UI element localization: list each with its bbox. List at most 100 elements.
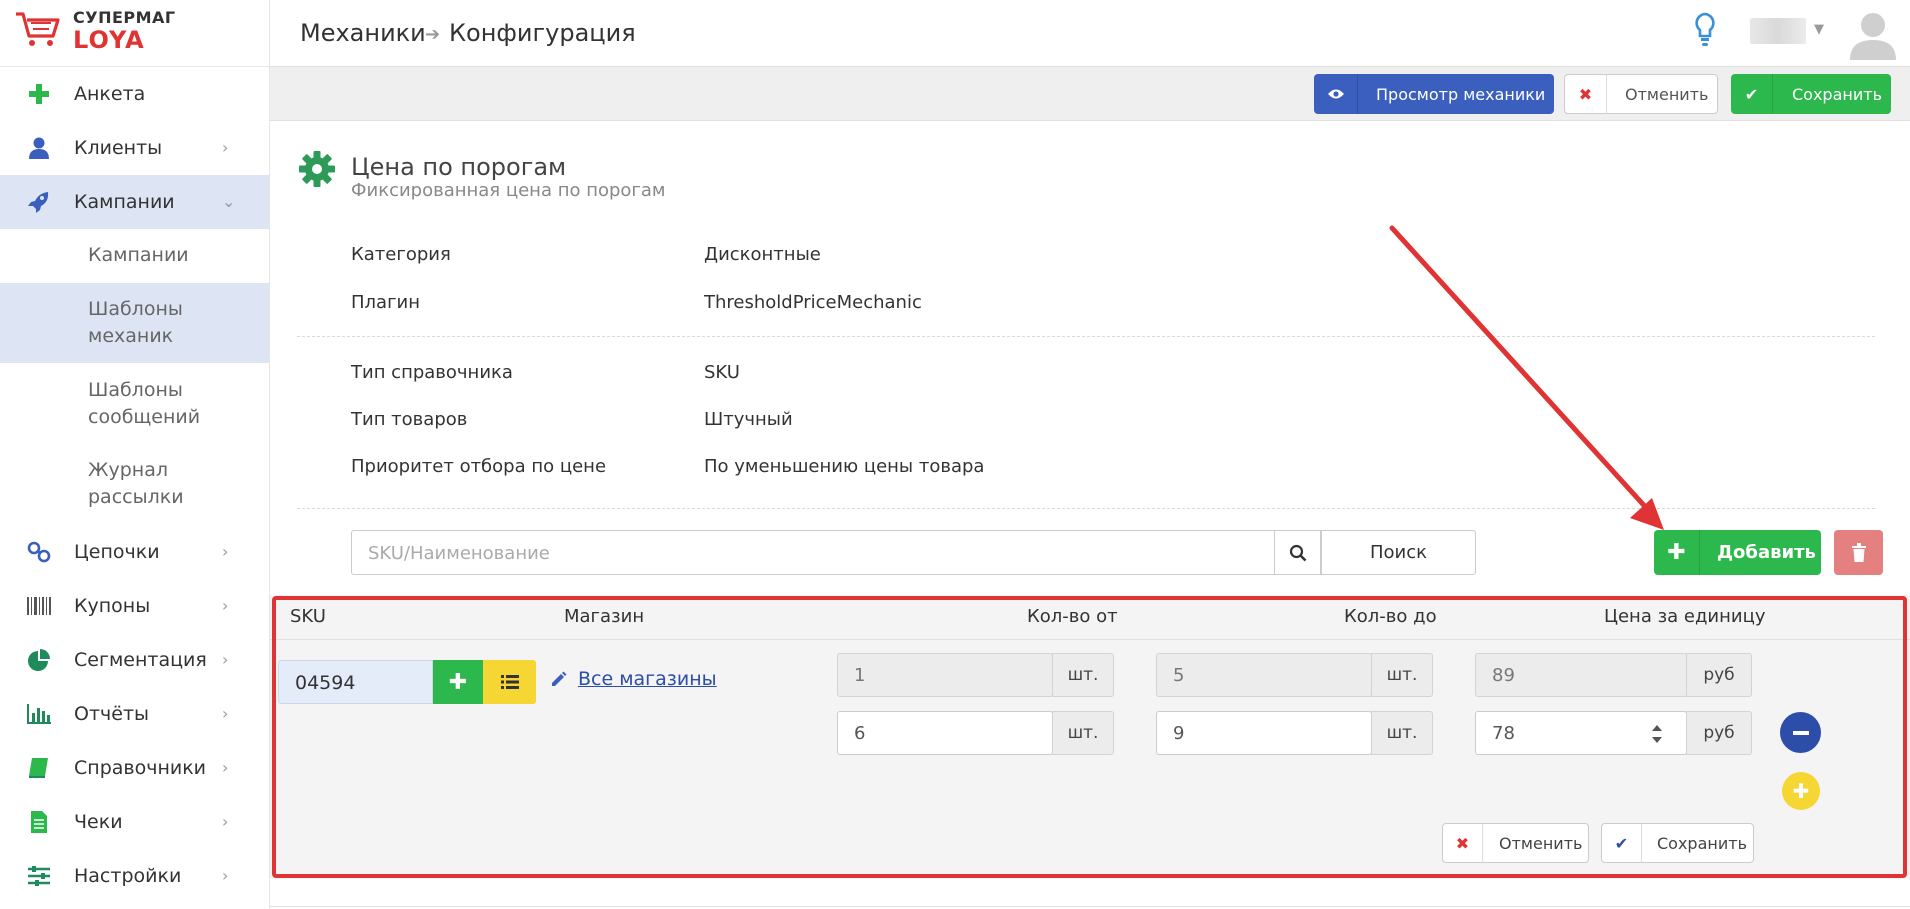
breadcrumb-mechanics[interactable]: Механики [300, 19, 426, 47]
all-stores-link[interactable]: Все магазины [578, 668, 717, 690]
sidebar-item-clients[interactable]: Клиенты › [0, 121, 270, 175]
add-row-button[interactable]: ✚ [1782, 772, 1820, 810]
sidebar-item-coupons[interactable]: Купоны › [0, 579, 270, 633]
pie-chart-icon [28, 649, 50, 671]
caret-down-icon[interactable]: ▼ [1814, 22, 1824, 37]
search-icon[interactable] [1275, 530, 1321, 575]
barcode-icon [27, 597, 51, 615]
trash-icon [1851, 542, 1866, 562]
column-header-store: Магазин [564, 606, 645, 627]
row2-price[interactable]: 78 [1475, 711, 1687, 755]
toolbar-save-button[interactable]: ✔ Сохранить [1731, 74, 1891, 114]
sidebar-subitem-label: Шаблоны сообщений [88, 379, 201, 428]
pencil-icon[interactable] [549, 670, 567, 688]
bottom-divider [270, 906, 1910, 907]
sidebar-item-chains[interactable]: Цепочки › [0, 525, 270, 579]
sidebar-item-label: Отчёты [74, 703, 150, 725]
toolbar-cancel-button[interactable]: ✖ Отменить [1564, 74, 1718, 114]
chevron-right-icon: › [222, 812, 229, 831]
row2-price-unit: руб [1686, 711, 1752, 755]
add-button-label: Добавить [1717, 542, 1816, 563]
toolbar-save-label: Сохранить [1792, 84, 1882, 104]
view-mechanic-label: Просмотр механики [1376, 84, 1546, 104]
row2-qty-to-unit: шт. [1371, 711, 1433, 755]
sidebar-item-reports[interactable]: Отчёты › [0, 687, 270, 741]
sidebar: СУПЕРМАГ LOYA Анкета Клиенты › Кампании … [0, 0, 270, 909]
row1-price-value: 89 [1492, 665, 1515, 686]
column-header-qty-to: Кол-во до [1344, 606, 1437, 627]
sidebar-item-settings[interactable]: Настройки › [0, 849, 270, 903]
mechanic-title: Цена по порогам [351, 153, 567, 181]
row2-price-value: 78 [1492, 723, 1515, 744]
chevron-right-icon: › [222, 704, 229, 723]
row2-qty-from-unit: шт. [1052, 711, 1114, 755]
prop-value-price-priority: По уменьшению цены товара [704, 456, 985, 477]
row-cancel-button[interactable]: ✖ Отменить [1442, 823, 1589, 863]
prop-label-plugin: Плагин [351, 292, 420, 313]
user-icon [29, 137, 49, 159]
row1-price-unit: руб [1686, 653, 1752, 697]
sidebar-item-receipts[interactable]: Чеки › [0, 795, 270, 849]
sidebar-item-campaigns[interactable]: Кампании ⌄ [0, 175, 270, 229]
lightbulb-icon[interactable] [1693, 12, 1717, 50]
row1-qty-to-value: 5 [1173, 665, 1185, 686]
spinner-icon[interactable] [1650, 723, 1664, 745]
column-header-sku: SKU [290, 606, 326, 627]
row-save-button[interactable]: ✔ Сохранить [1601, 823, 1754, 863]
bar-chart-icon [27, 704, 51, 724]
top-header: Механики ➔ Конфигурация ▼ [270, 0, 1910, 67]
column-header-qty-from: Кол-во от [1027, 606, 1118, 627]
sidebar-subitem-message-templates[interactable]: Шаблоны сообщений [0, 363, 270, 443]
sku-add-button[interactable]: ✚ [433, 660, 483, 704]
view-mechanic-button[interactable]: Просмотр механики [1314, 74, 1554, 114]
rocket-icon [28, 192, 49, 213]
cart-logo-icon [16, 12, 60, 46]
sku-list-button[interactable] [483, 660, 536, 704]
chevron-right-icon: › [222, 866, 229, 885]
sidebar-item-label: Анкета [74, 83, 146, 105]
sidebar-item-label: Сегментация [74, 649, 207, 671]
sidebar-item-label: Чеки [74, 811, 123, 833]
plus-icon [29, 84, 49, 104]
logo-line2: LOYA [73, 26, 145, 54]
username-blurred[interactable] [1750, 18, 1806, 44]
logo[interactable]: СУПЕРМАГ LOYA [0, 0, 270, 67]
sidebar-subitem-mechanic-templates[interactable]: Шаблоны механик [0, 283, 270, 363]
sidebar-item-label: Кампании [74, 191, 175, 213]
row2-qty-to[interactable]: 9 [1156, 711, 1372, 755]
sidebar-item-anketa[interactable]: Анкета [0, 67, 270, 121]
mechanic-subtitle: Фиксированная цена по порогам [351, 180, 666, 201]
search-input[interactable]: SKU/Наименование [351, 530, 1275, 575]
prop-value-ref-type: SKU [704, 362, 740, 383]
sidebar-item-segmentation[interactable]: Сегментация › [0, 633, 270, 687]
breadcrumb-configuration: Конфигурация [449, 19, 636, 47]
avatar[interactable] [1848, 8, 1898, 60]
sidebar-item-label: Клиенты [74, 137, 163, 159]
delete-button[interactable] [1834, 530, 1883, 575]
sku-field[interactable]: 04594 [278, 660, 433, 704]
chevron-right-icon: › [222, 650, 229, 669]
sidebar-item-references[interactable]: Справочники › [0, 741, 270, 795]
sidebar-subitem-campaigns[interactable]: Кампании [0, 229, 270, 283]
chevron-right-icon: › [222, 596, 229, 615]
row2-qty-from-value: 6 [854, 723, 866, 744]
sidebar-subitem-label: Шаблоны механик [88, 298, 183, 347]
check-icon: ✔ [1602, 824, 1642, 862]
prop-label-price-priority: Приоритет отбора по цене [351, 456, 607, 477]
row-save-label: Сохранить [1657, 833, 1747, 853]
eye-icon [1314, 74, 1358, 114]
sidebar-subitem-label: Кампании [88, 244, 189, 266]
sidebar-item-label: Настройки [74, 865, 182, 887]
list-icon [500, 675, 519, 689]
column-header-unit-price: Цена за единицу [1604, 606, 1766, 627]
sidebar-item-label: Цепочки [74, 541, 160, 563]
annotation-arrow-icon [1389, 225, 1664, 530]
row-cancel-label: Отменить [1499, 833, 1583, 853]
sku-value: 04594 [295, 672, 356, 694]
row2-qty-from[interactable]: 6 [837, 711, 1053, 755]
remove-row-button[interactable] [1780, 712, 1821, 753]
close-icon: ✖ [1565, 75, 1607, 113]
prop-value-goods-type: Штучный [704, 409, 793, 430]
row1-qty-from-unit: шт. [1052, 653, 1114, 697]
sidebar-subitem-mailing-log[interactable]: Журнал рассылки [0, 443, 270, 523]
